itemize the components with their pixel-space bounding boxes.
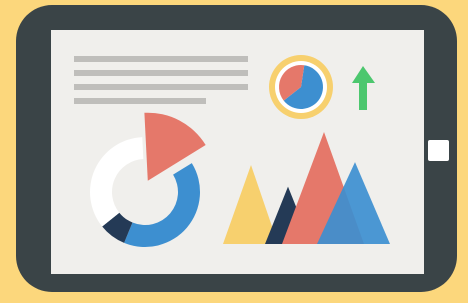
mini-pie-chart [269, 55, 333, 119]
tablet-illustration [0, 0, 468, 303]
text-line [74, 56, 248, 62]
home-button [428, 140, 449, 161]
text-line [74, 70, 248, 76]
text-line [74, 98, 206, 104]
tablet-illustration-svg [0, 0, 468, 303]
text-line [74, 84, 248, 90]
